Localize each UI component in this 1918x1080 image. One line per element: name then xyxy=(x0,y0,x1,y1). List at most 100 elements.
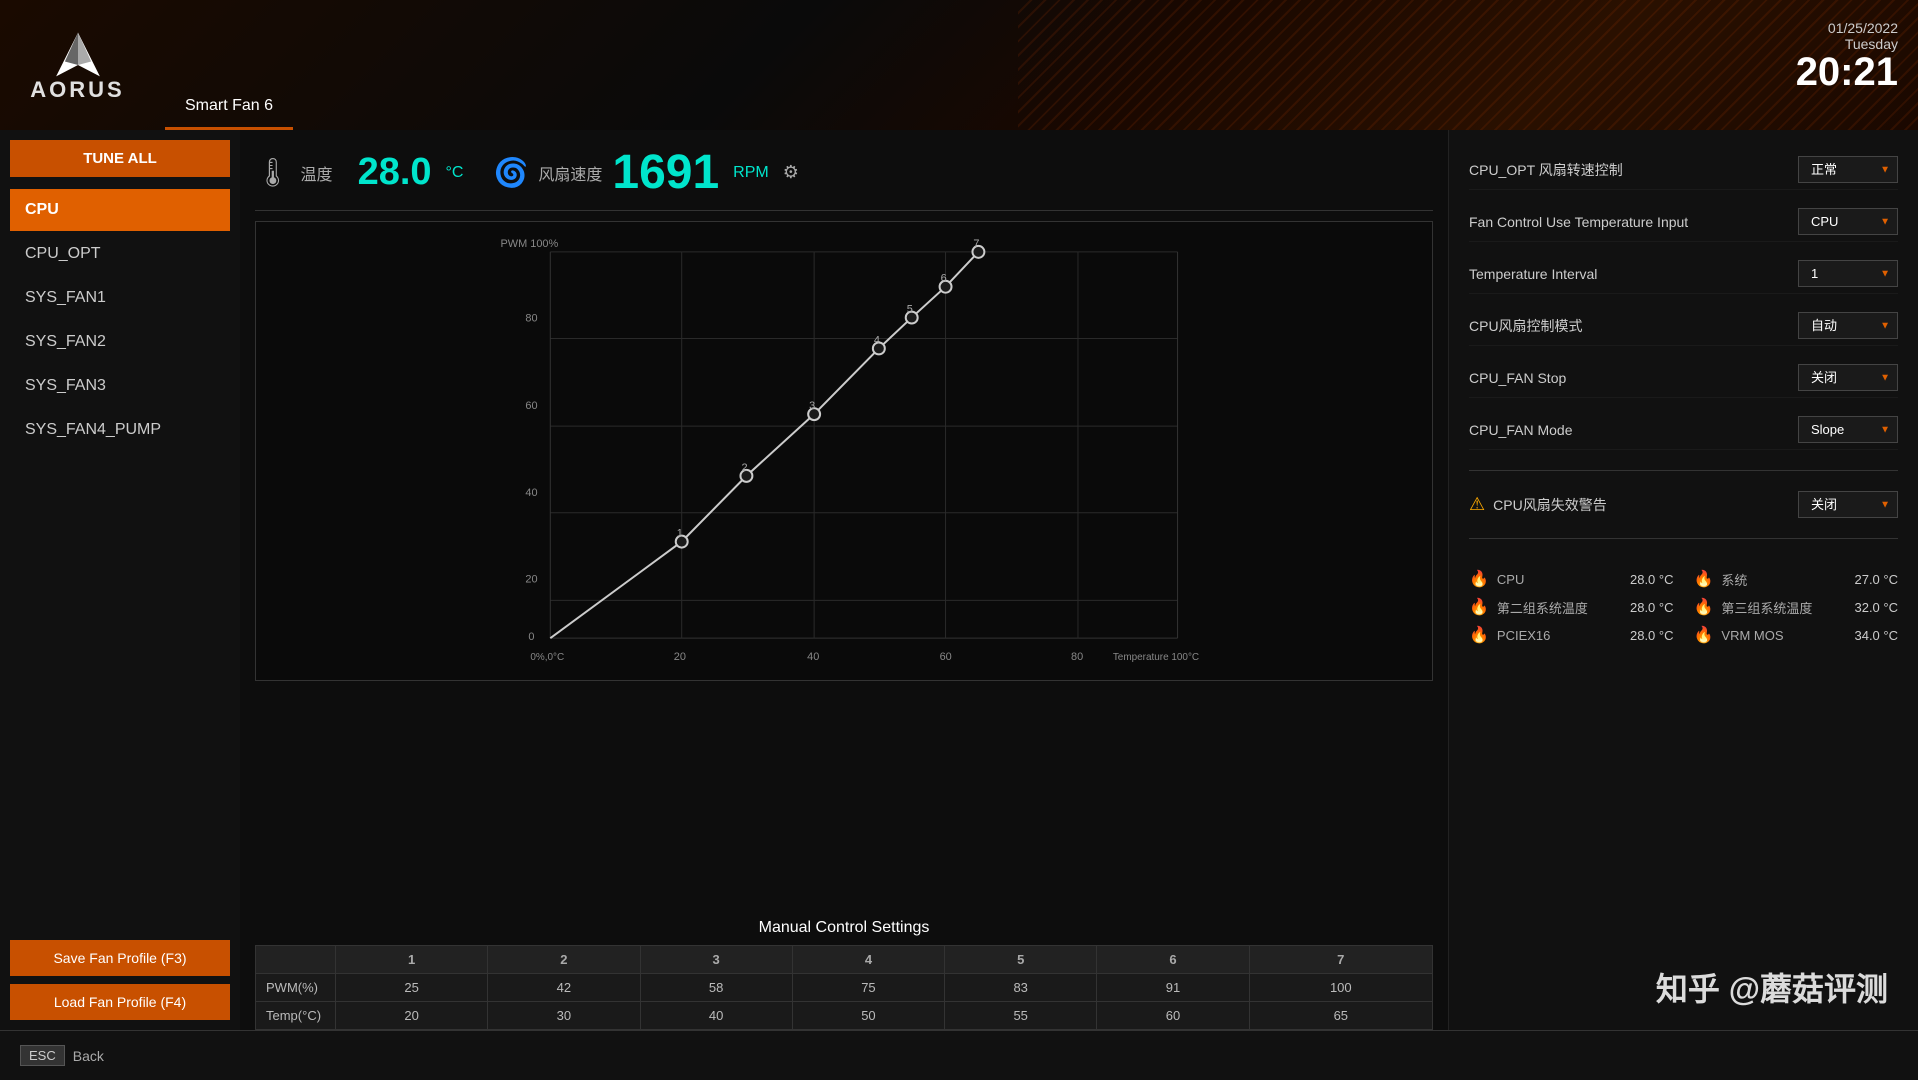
save-fan-profile-button[interactable]: Save Fan Profile (F3) xyxy=(10,940,230,976)
tab-smart-fan-6[interactable]: Smart Fan 6 xyxy=(165,89,293,130)
temp-interval-dropdown-wrapper: 1 xyxy=(1798,260,1898,287)
pwm-6[interactable]: 91 xyxy=(1097,974,1249,1002)
table-header-3: 3 xyxy=(640,946,792,974)
system-temp-value: 27.0 °C xyxy=(1854,572,1898,587)
fan-control-temp-dropdown[interactable]: CPU xyxy=(1798,208,1898,235)
pwm-3[interactable]: 58 xyxy=(640,974,792,1002)
temperature-stat: 🌡 温度 28.0 °C xyxy=(255,151,463,194)
cpu-fan-control-mode-dropdown[interactable]: 自动 xyxy=(1798,312,1898,339)
svg-text:80: 80 xyxy=(1071,651,1083,663)
cpu-temp-icon: 🔥 xyxy=(1469,569,1489,589)
temp-3[interactable]: 40 xyxy=(640,1002,792,1030)
fan-curve-chart[interactable]: PWM 100% 80 60 40 20 0 xyxy=(255,221,1433,681)
load-fan-profile-button[interactable]: Load Fan Profile (F4) xyxy=(10,984,230,1020)
pwm-1[interactable]: 25 xyxy=(336,974,488,1002)
temp-item-vrm-mos: 🔥 VRM MOS 34.0 °C xyxy=(1694,625,1899,645)
fan-icon: 🌀 xyxy=(493,156,528,189)
table-header-4: 4 xyxy=(792,946,944,974)
system-temp-label: 系统 xyxy=(1721,570,1846,589)
setting-row-temp-interval: Temperature Interval 1 xyxy=(1469,254,1898,294)
sidebar-item-cpu-opt[interactable]: CPU_OPT xyxy=(10,233,230,275)
cpu-fan-control-mode-label: CPU风扇控制模式 xyxy=(1469,316,1798,336)
pwm-7[interactable]: 100 xyxy=(1249,974,1432,1002)
pwm-5[interactable]: 83 xyxy=(945,974,1097,1002)
time-display: 20:21 xyxy=(1796,52,1898,92)
pwm-label: PWM(%) xyxy=(256,974,336,1002)
temp-item-sys3: 🔥 第三组系统温度 32.0 °C xyxy=(1694,597,1899,617)
temp-6[interactable]: 60 xyxy=(1097,1002,1249,1030)
tune-all-button[interactable]: TUNE ALL xyxy=(10,140,230,177)
svg-text:6: 6 xyxy=(941,273,947,285)
temp-7[interactable]: 65 xyxy=(1249,1002,1432,1030)
pwm-2[interactable]: 42 xyxy=(488,974,640,1002)
temp-5[interactable]: 55 xyxy=(945,1002,1097,1030)
manual-control: Manual Control Settings 1 2 3 4 5 6 7 xyxy=(255,919,1433,1030)
manual-control-title: Manual Control Settings xyxy=(255,919,1433,937)
svg-text:20: 20 xyxy=(525,573,537,585)
sidebar-bottom: Save Fan Profile (F3) Load Fan Profile (… xyxy=(10,940,230,1020)
temp-unit: °C xyxy=(446,164,464,182)
pwm-4[interactable]: 75 xyxy=(792,974,944,1002)
temp-4[interactable]: 50 xyxy=(792,1002,944,1030)
svg-text:3: 3 xyxy=(809,400,815,412)
stats-bar: 🌡 温度 28.0 °C 🌀 风扇速度 1691 RPM ⚙ xyxy=(255,130,1433,211)
fan-unit: RPM xyxy=(733,164,769,182)
sys3-temp-icon: 🔥 xyxy=(1694,597,1714,617)
sys2-temp-value: 28.0 °C xyxy=(1630,600,1674,615)
sidebar-item-sys-fan2[interactable]: SYS_FAN2 xyxy=(10,321,230,363)
vrm-mos-temp-icon: 🔥 xyxy=(1694,625,1714,645)
logo-text: AORUS xyxy=(30,77,124,103)
fan-control-temp-label: Fan Control Use Temperature Input xyxy=(1469,214,1798,230)
svg-text:7: 7 xyxy=(973,238,979,250)
vrm-mos-temp-label: VRM MOS xyxy=(1721,628,1846,643)
sidebar-item-sys-fan4-pump[interactable]: SYS_FAN4_PUMP xyxy=(10,409,230,451)
logo-area: AORUS xyxy=(0,17,155,113)
date-display: 01/25/2022 Tuesday xyxy=(1796,20,1898,52)
temp-item-pciex16: 🔥 PCIEX16 28.0 °C xyxy=(1469,625,1674,645)
svg-text:0%,0°C: 0%,0°C xyxy=(530,652,564,663)
cpu-temp-value: 28.0 °C xyxy=(1630,572,1674,587)
temp-1[interactable]: 20 xyxy=(336,1002,488,1030)
watermark: 知乎 @蘑菇评测 xyxy=(1656,964,1888,1010)
warning-row: ⚠ CPU风扇失效警告 关闭 xyxy=(1469,491,1898,518)
sidebar-item-sys-fan1[interactable]: SYS_FAN1 xyxy=(10,277,230,319)
sys3-temp-value: 32.0 °C xyxy=(1854,600,1898,615)
table-header-5: 5 xyxy=(945,946,1097,974)
system-temp-icon: 🔥 xyxy=(1694,569,1714,589)
cpu-fan-mode-label: CPU_FAN Mode xyxy=(1469,422,1798,438)
chart-container: PWM 100% 80 60 40 20 0 xyxy=(255,221,1433,909)
temperature-readings: 🔥 CPU 28.0 °C 🔥 系统 27.0 °C 🔥 第二组系统温度 28.… xyxy=(1469,569,1898,645)
header: AORUS Smart Fan 6 01/25/2022 Tuesday 20:… xyxy=(0,0,1918,130)
datetime: 01/25/2022 Tuesday 20:21 xyxy=(1796,20,1898,92)
cpu-opt-dropdown-wrapper: 正常 xyxy=(1798,156,1898,183)
fan-rpm-value: 1691 xyxy=(612,145,719,200)
svg-text:1: 1 xyxy=(677,528,683,540)
esc-key-label: ESC xyxy=(20,1045,65,1066)
divider-1 xyxy=(1469,470,1898,471)
sidebar-item-cpu[interactable]: CPU xyxy=(10,189,230,231)
sidebar-item-sys-fan3[interactable]: SYS_FAN3 xyxy=(10,365,230,407)
control-table: 1 2 3 4 5 6 7 PWM(%) 25 42 58 xyxy=(255,945,1433,1030)
cpu-opt-label: CPU_OPT 风扇转速控制 xyxy=(1469,160,1798,180)
svg-text:60: 60 xyxy=(940,651,952,663)
temp-row-label: Temp(°C) xyxy=(256,1002,336,1030)
temp-2[interactable]: 30 xyxy=(488,1002,640,1030)
fan-control-temp-dropdown-wrapper: CPU xyxy=(1798,208,1898,235)
temp-interval-label: Temperature Interval xyxy=(1469,266,1798,282)
sys3-temp-label: 第三组系统温度 xyxy=(1721,598,1846,617)
footer: ESC Back xyxy=(0,1030,1918,1080)
cpu-fan-mode-dropdown[interactable]: Slope xyxy=(1798,416,1898,443)
sys2-temp-label: 第二组系统温度 xyxy=(1497,598,1622,617)
cpu-fan-warning-dropdown[interactable]: 关闭 xyxy=(1798,491,1898,518)
settings-icon: ⚙ xyxy=(783,162,799,183)
svg-text:20: 20 xyxy=(674,651,686,663)
setting-row-cpu-opt: CPU_OPT 风扇转速控制 正常 xyxy=(1469,150,1898,190)
setting-row-fan-control-temp: Fan Control Use Temperature Input CPU xyxy=(1469,202,1898,242)
cpu-opt-dropdown[interactable]: 正常 xyxy=(1798,156,1898,183)
cpu-fan-stop-dropdown-wrapper: 关闭 xyxy=(1798,364,1898,391)
temp-item-system: 🔥 系统 27.0 °C xyxy=(1694,569,1899,589)
table-row-pwm: PWM(%) 25 42 58 75 83 91 100 xyxy=(256,974,1433,1002)
cpu-fan-stop-dropdown[interactable]: 关闭 xyxy=(1798,364,1898,391)
temp-interval-dropdown[interactable]: 1 xyxy=(1798,260,1898,287)
pciex16-temp-icon: 🔥 xyxy=(1469,625,1489,645)
